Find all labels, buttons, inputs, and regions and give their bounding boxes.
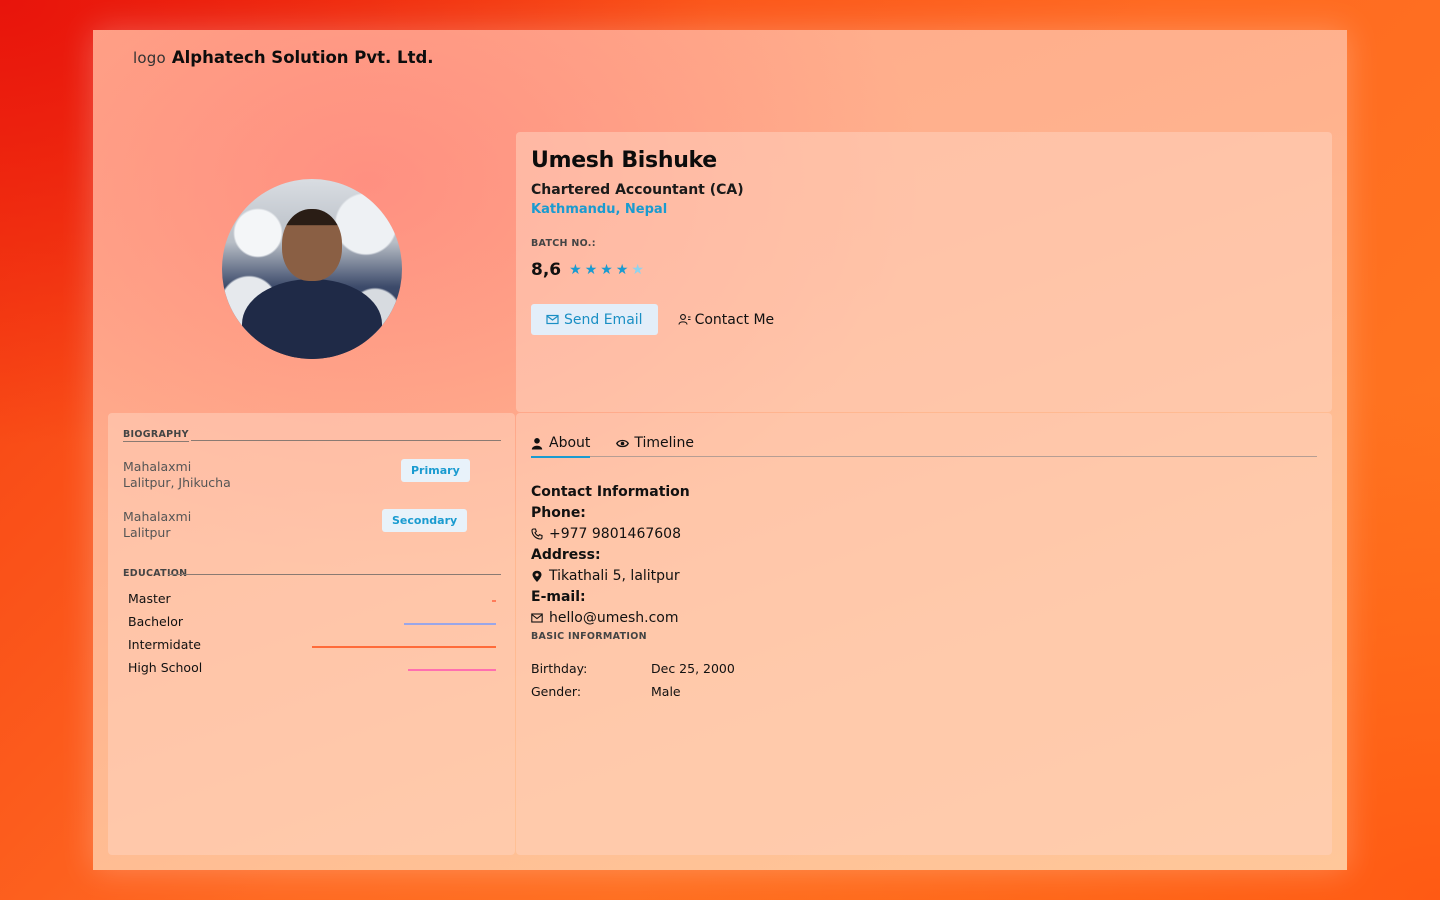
profile-actions: Send Email Contact Me (531, 304, 774, 335)
email-value[interactable]: hello@umesh.com (531, 610, 678, 626)
profile-location[interactable]: Kathmandu, Nepal (531, 202, 667, 217)
phone-value[interactable]: +977 9801467608 (531, 526, 681, 542)
gender-value: Male (651, 684, 681, 699)
tab-about[interactable]: About (531, 429, 591, 458)
biography-card: BIOGRAPHY Mahalaxmi Lalitpur, Jhikucha P… (108, 413, 515, 855)
education-progress-bar (312, 646, 496, 648)
address-line: Mahalaxmi (123, 459, 192, 474)
biography-header: BIOGRAPHY (123, 429, 501, 442)
address-line: Mahalaxmi (123, 509, 192, 524)
tab-timeline[interactable]: Timeline (616, 429, 694, 457)
address-primary: Mahalaxmi Lalitpur, Jhikucha (123, 459, 231, 491)
basic-info-label: BASIC INFORMATION (531, 631, 647, 642)
education-item: Bachelor (128, 614, 496, 632)
biography-label: BIOGRAPHY (123, 429, 189, 442)
send-email-button[interactable]: Send Email (531, 304, 658, 335)
email-text: hello@umesh.com (549, 610, 679, 626)
address-value: Tikathali 5, lalitpur (531, 568, 680, 584)
contact-title: Contact Information (531, 484, 690, 500)
page-frame: logo Alphatech Solution Pvt. Ltd. Umesh … (93, 30, 1347, 870)
contact-me-button[interactable]: Contact Me (678, 311, 775, 328)
education-progress-bar (408, 669, 496, 671)
star-empty-icon: ★ (631, 262, 644, 278)
education-progress-bar (492, 600, 496, 602)
education-name: Intermidate (128, 637, 201, 652)
logo-image: logo (133, 48, 166, 67)
education-item: Intermidate (128, 637, 496, 655)
rating-value: 8,6 (531, 260, 562, 280)
profile-card: Umesh Bishuke Chartered Accountant (CA) … (516, 132, 1332, 412)
avatar-face (282, 209, 342, 281)
map-pin-icon (531, 570, 544, 583)
phone-text: +977 9801467608 (549, 526, 681, 542)
star-icon: ★ (615, 262, 629, 278)
education-name: High School (128, 660, 203, 675)
user-icon (531, 437, 544, 450)
tab-about-label: About (549, 435, 591, 451)
profile-title: Chartered Accountant (CA) (531, 182, 744, 198)
education-header: EDUCATION (123, 561, 501, 580)
education-progress-bar (404, 623, 496, 625)
education-name: Bachelor (128, 614, 183, 629)
profile-name: Umesh Bishuke (531, 148, 717, 173)
address-label: Address: (531, 547, 601, 563)
education-name: Master (128, 591, 171, 606)
send-email-label: Send Email (564, 311, 643, 328)
mail-icon (531, 612, 544, 625)
divider (168, 574, 501, 575)
star-rating: ★ ★ ★ ★ ★ (569, 263, 644, 277)
gender-label: Gender: (531, 684, 582, 699)
avatar (222, 179, 402, 359)
tab-timeline-label: Timeline (634, 435, 694, 451)
address-line: Lalitpur (123, 525, 171, 540)
mail-icon (546, 313, 559, 326)
phone-label: Phone: (531, 505, 586, 521)
gender-row: Gender: Male (531, 684, 681, 699)
education-item: Master (128, 591, 496, 609)
divider (190, 440, 501, 441)
details-card: About Timeline Contact Information Phone… (516, 413, 1332, 855)
star-icon: ★ (584, 262, 598, 278)
brand[interactable]: logo Alphatech Solution Pvt. Ltd. (133, 48, 434, 67)
batch-label: BATCH NO.: (531, 238, 596, 249)
secondary-badge: Secondary (382, 509, 468, 532)
education-item: High School (128, 660, 496, 678)
email-label: E-mail: (531, 589, 586, 605)
birthday-label: Birthday: (531, 661, 588, 676)
star-icon: ★ (600, 262, 613, 278)
company-name: Alphatech Solution Pvt. Ltd. (171, 48, 434, 67)
primary-badge: Primary (401, 459, 470, 482)
address-secondary: Mahalaxmi Lalitpur (123, 509, 191, 541)
address-text: Tikathali 5, lalitpur (549, 568, 680, 584)
eye-icon (616, 437, 630, 450)
contact-me-label: Contact Me (694, 311, 775, 328)
star-icon: ★ (569, 262, 582, 278)
tab-bar: About Timeline (531, 429, 1317, 458)
user-contact-icon (678, 313, 691, 326)
avatar-jacket (242, 279, 382, 359)
birthday-row: Birthday: Dec 25, 2000 (531, 661, 735, 676)
rating: 8,6 ★ ★ ★ ★ ★ (531, 260, 644, 280)
phone-icon (531, 527, 544, 541)
birthday-value: Dec 25, 2000 (651, 661, 735, 676)
address-line: Lalitpur, Jhikucha (123, 475, 231, 490)
